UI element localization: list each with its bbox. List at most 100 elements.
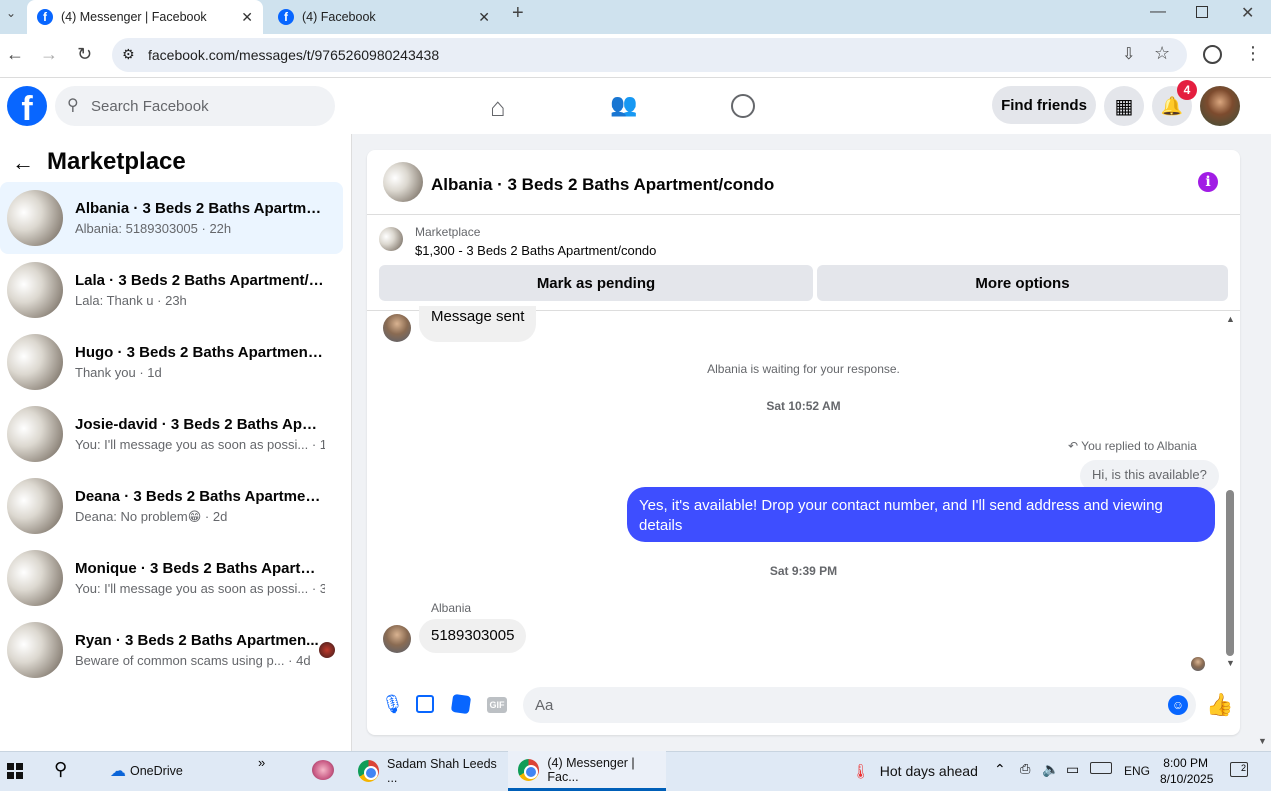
onedrive-item[interactable]: ☁ OneDrive: [110, 751, 183, 791]
weather-widget[interactable]: 🌡 Hot days ahead: [852, 751, 978, 791]
install-app-icon[interactable]: ⇩: [1122, 44, 1135, 64]
gif-icon[interactable]: GIF: [487, 697, 507, 713]
listing-thumbnail: [7, 478, 63, 534]
search-input[interactable]: ⚲ Search Facebook: [55, 86, 335, 126]
reply-indicator: ↶ You replied to Albania: [1068, 439, 1197, 453]
back-icon[interactable]: ←: [6, 44, 24, 65]
tray-chevron-icon[interactable]: ⌃: [994, 761, 1006, 778]
conversation-item[interactable]: Josie-david · 3 Beds 2 Baths Apart... Yo…: [0, 398, 343, 470]
windows-start-icon[interactable]: [7, 763, 23, 779]
facebook-favicon-icon: f: [278, 9, 294, 25]
facebook-logo-icon[interactable]: f: [7, 86, 47, 126]
onedrive-label: OneDrive: [130, 764, 183, 778]
facebook-favicon-icon: f: [37, 9, 53, 25]
system-message: Albania is waiting for your response.: [707, 362, 900, 376]
outgoing-message-bubble: Yes, it's available! Drop your contact n…: [627, 487, 1215, 542]
find-friends-button[interactable]: Find friends: [992, 86, 1096, 124]
scroll-down-icon[interactable]: ▼: [1226, 658, 1235, 668]
listing-label: Marketplace: [415, 225, 481, 239]
conversation-name: Hugo · 3 Beds 2 Baths Apartment/...: [75, 344, 325, 361]
tab-facebook[interactable]: f (4) Facebook ✕: [268, 2, 500, 32]
listing-thumbnail: [7, 334, 63, 390]
groups-icon[interactable]: [731, 94, 755, 118]
reload-icon[interactable]: ↻: [77, 44, 92, 65]
profile-icon[interactable]: [1203, 45, 1222, 64]
chat-title[interactable]: Albania · 3 Beds 2 Baths Apartment/condo: [431, 175, 774, 195]
forward-icon[interactable]: →: [40, 44, 58, 65]
notification-badge: 4: [1177, 80, 1197, 100]
microphone-icon[interactable]: 🎙: [381, 694, 404, 715]
notification-center-count: 2: [1240, 763, 1246, 773]
taskbar-chrome-window[interactable]: Sadam Shah Leeds ...: [350, 751, 505, 791]
conversation-item[interactable]: Albania · 3 Beds 2 Baths Apartmen... Alb…: [0, 182, 343, 254]
clock[interactable]: 8:00 PM 8/10/2025: [1160, 755, 1214, 787]
back-arrow-icon[interactable]: ←: [12, 150, 34, 176]
friends-icon[interactable]: 👥: [610, 92, 637, 118]
listing-title[interactable]: $1,300 - 3 Beds 2 Baths Apartment/condo: [415, 243, 656, 258]
bookmark-star-icon[interactable]: ☆: [1154, 43, 1170, 64]
thumbs-up-icon[interactable]: 👍: [1206, 692, 1233, 718]
restore-icon[interactable]: [1196, 6, 1208, 18]
chrome-icon: [518, 758, 540, 781]
notification-center-icon[interactable]: 2: [1230, 762, 1248, 777]
menu-dots-icon[interactable]: ⋮: [1244, 43, 1262, 64]
new-tab-icon[interactable]: +: [512, 2, 524, 25]
taskbar-chrome-window-active[interactable]: (4) Messenger | Fac...: [508, 751, 666, 791]
conversation-item[interactable]: Deana · 3 Beds 2 Baths Apartment... Dean…: [0, 470, 343, 542]
conversation-item[interactable]: Monique · 3 Beds 2 Baths Apartme... You:…: [0, 542, 343, 614]
url-text: facebook.com/messages/t/9765260980243438: [148, 47, 440, 63]
home-icon[interactable]: ⌂: [490, 92, 506, 123]
thermometer-icon: 🌡: [852, 762, 870, 779]
divider: [367, 214, 1240, 215]
listing-thumbnail: [7, 190, 63, 246]
url-bar[interactable]: ⚙ facebook.com/messages/t/97652609802434…: [112, 38, 1187, 72]
window-label: Sadam Shah Leeds ...: [386, 757, 497, 785]
scroll-up-icon[interactable]: ▲: [1226, 314, 1235, 324]
tab-list-icon[interactable]: ⌄: [6, 6, 16, 20]
tab-title: (4) Messenger | Facebook: [61, 10, 207, 24]
language-indicator[interactable]: ENG: [1124, 751, 1150, 791]
minimize-icon[interactable]: —: [1150, 3, 1166, 21]
conversation-preview: Lala: Thank u · 23h: [75, 293, 187, 308]
emoji-icon[interactable]: ☺: [1168, 695, 1188, 715]
clock-date: 8/10/2025: [1160, 772, 1214, 786]
page-scroll-down-icon[interactable]: ▼: [1258, 736, 1267, 746]
close-tab-icon[interactable]: ✕: [241, 9, 253, 26]
taskbar-search-icon[interactable]: ⚲: [54, 759, 67, 780]
conversation-preview: You: I'll message you as soon as possi..…: [75, 581, 325, 596]
close-tab-icon[interactable]: ✕: [478, 9, 490, 26]
menu-grid-icon[interactable]: ▦: [1104, 86, 1144, 126]
conversation-item[interactable]: Hugo · 3 Beds 2 Baths Apartment/... Than…: [0, 326, 343, 398]
chat-scrollbar[interactable]: ▲ ▼: [1224, 314, 1236, 668]
tab-messenger[interactable]: f (4) Messenger | Facebook ✕: [27, 0, 263, 34]
photo-icon[interactable]: [416, 695, 434, 713]
more-options-button[interactable]: More options: [817, 265, 1228, 301]
listing-thumbnail: [7, 262, 63, 318]
conversation-name: Deana · 3 Beds 2 Baths Apartment...: [75, 487, 325, 505]
seen-avatar: [319, 642, 335, 658]
pinned-app-icon[interactable]: [312, 760, 334, 780]
conversation-item[interactable]: Lala · 3 Beds 2 Baths Apartment/c... Lal…: [0, 254, 343, 326]
mark-as-pending-button[interactable]: Mark as pending: [379, 265, 813, 301]
conversation-item[interactable]: Ryan · 3 Beds 2 Baths Apartmen... Beware…: [0, 614, 343, 686]
window-close-icon[interactable]: ✕: [1241, 3, 1254, 23]
account-avatar[interactable]: [1200, 86, 1240, 126]
chat-header-thumbnail[interactable]: [383, 162, 423, 202]
keyboard-icon[interactable]: [1090, 762, 1112, 774]
timestamp: Sat 10:52 AM: [766, 399, 841, 413]
conversation-name: Albania · 3 Beds 2 Baths Apartmen...: [75, 200, 325, 217]
sender-name: Albania: [431, 601, 472, 615]
site-settings-icon[interactable]: ⚙: [122, 46, 135, 63]
tray-device-icon[interactable]: ⎙: [1020, 761, 1030, 777]
volume-icon[interactable]: 🔈: [1042, 761, 1059, 778]
listing-thumbnail: [7, 550, 63, 606]
message-input[interactable]: Aa: [523, 687, 1196, 723]
scrollbar-thumb[interactable]: [1226, 490, 1234, 656]
network-icon[interactable]: ▭: [1066, 761, 1079, 778]
reply-arrow-icon: ↶: [1068, 439, 1082, 453]
sticker-icon[interactable]: [450, 693, 472, 715]
listing-thumbnail: [7, 406, 63, 462]
info-icon[interactable]: i: [1198, 172, 1218, 192]
overflow-chevron-icon[interactable]: »: [258, 755, 265, 770]
conversation-preview: Deana: No problem😁 · 2d: [75, 508, 228, 524]
